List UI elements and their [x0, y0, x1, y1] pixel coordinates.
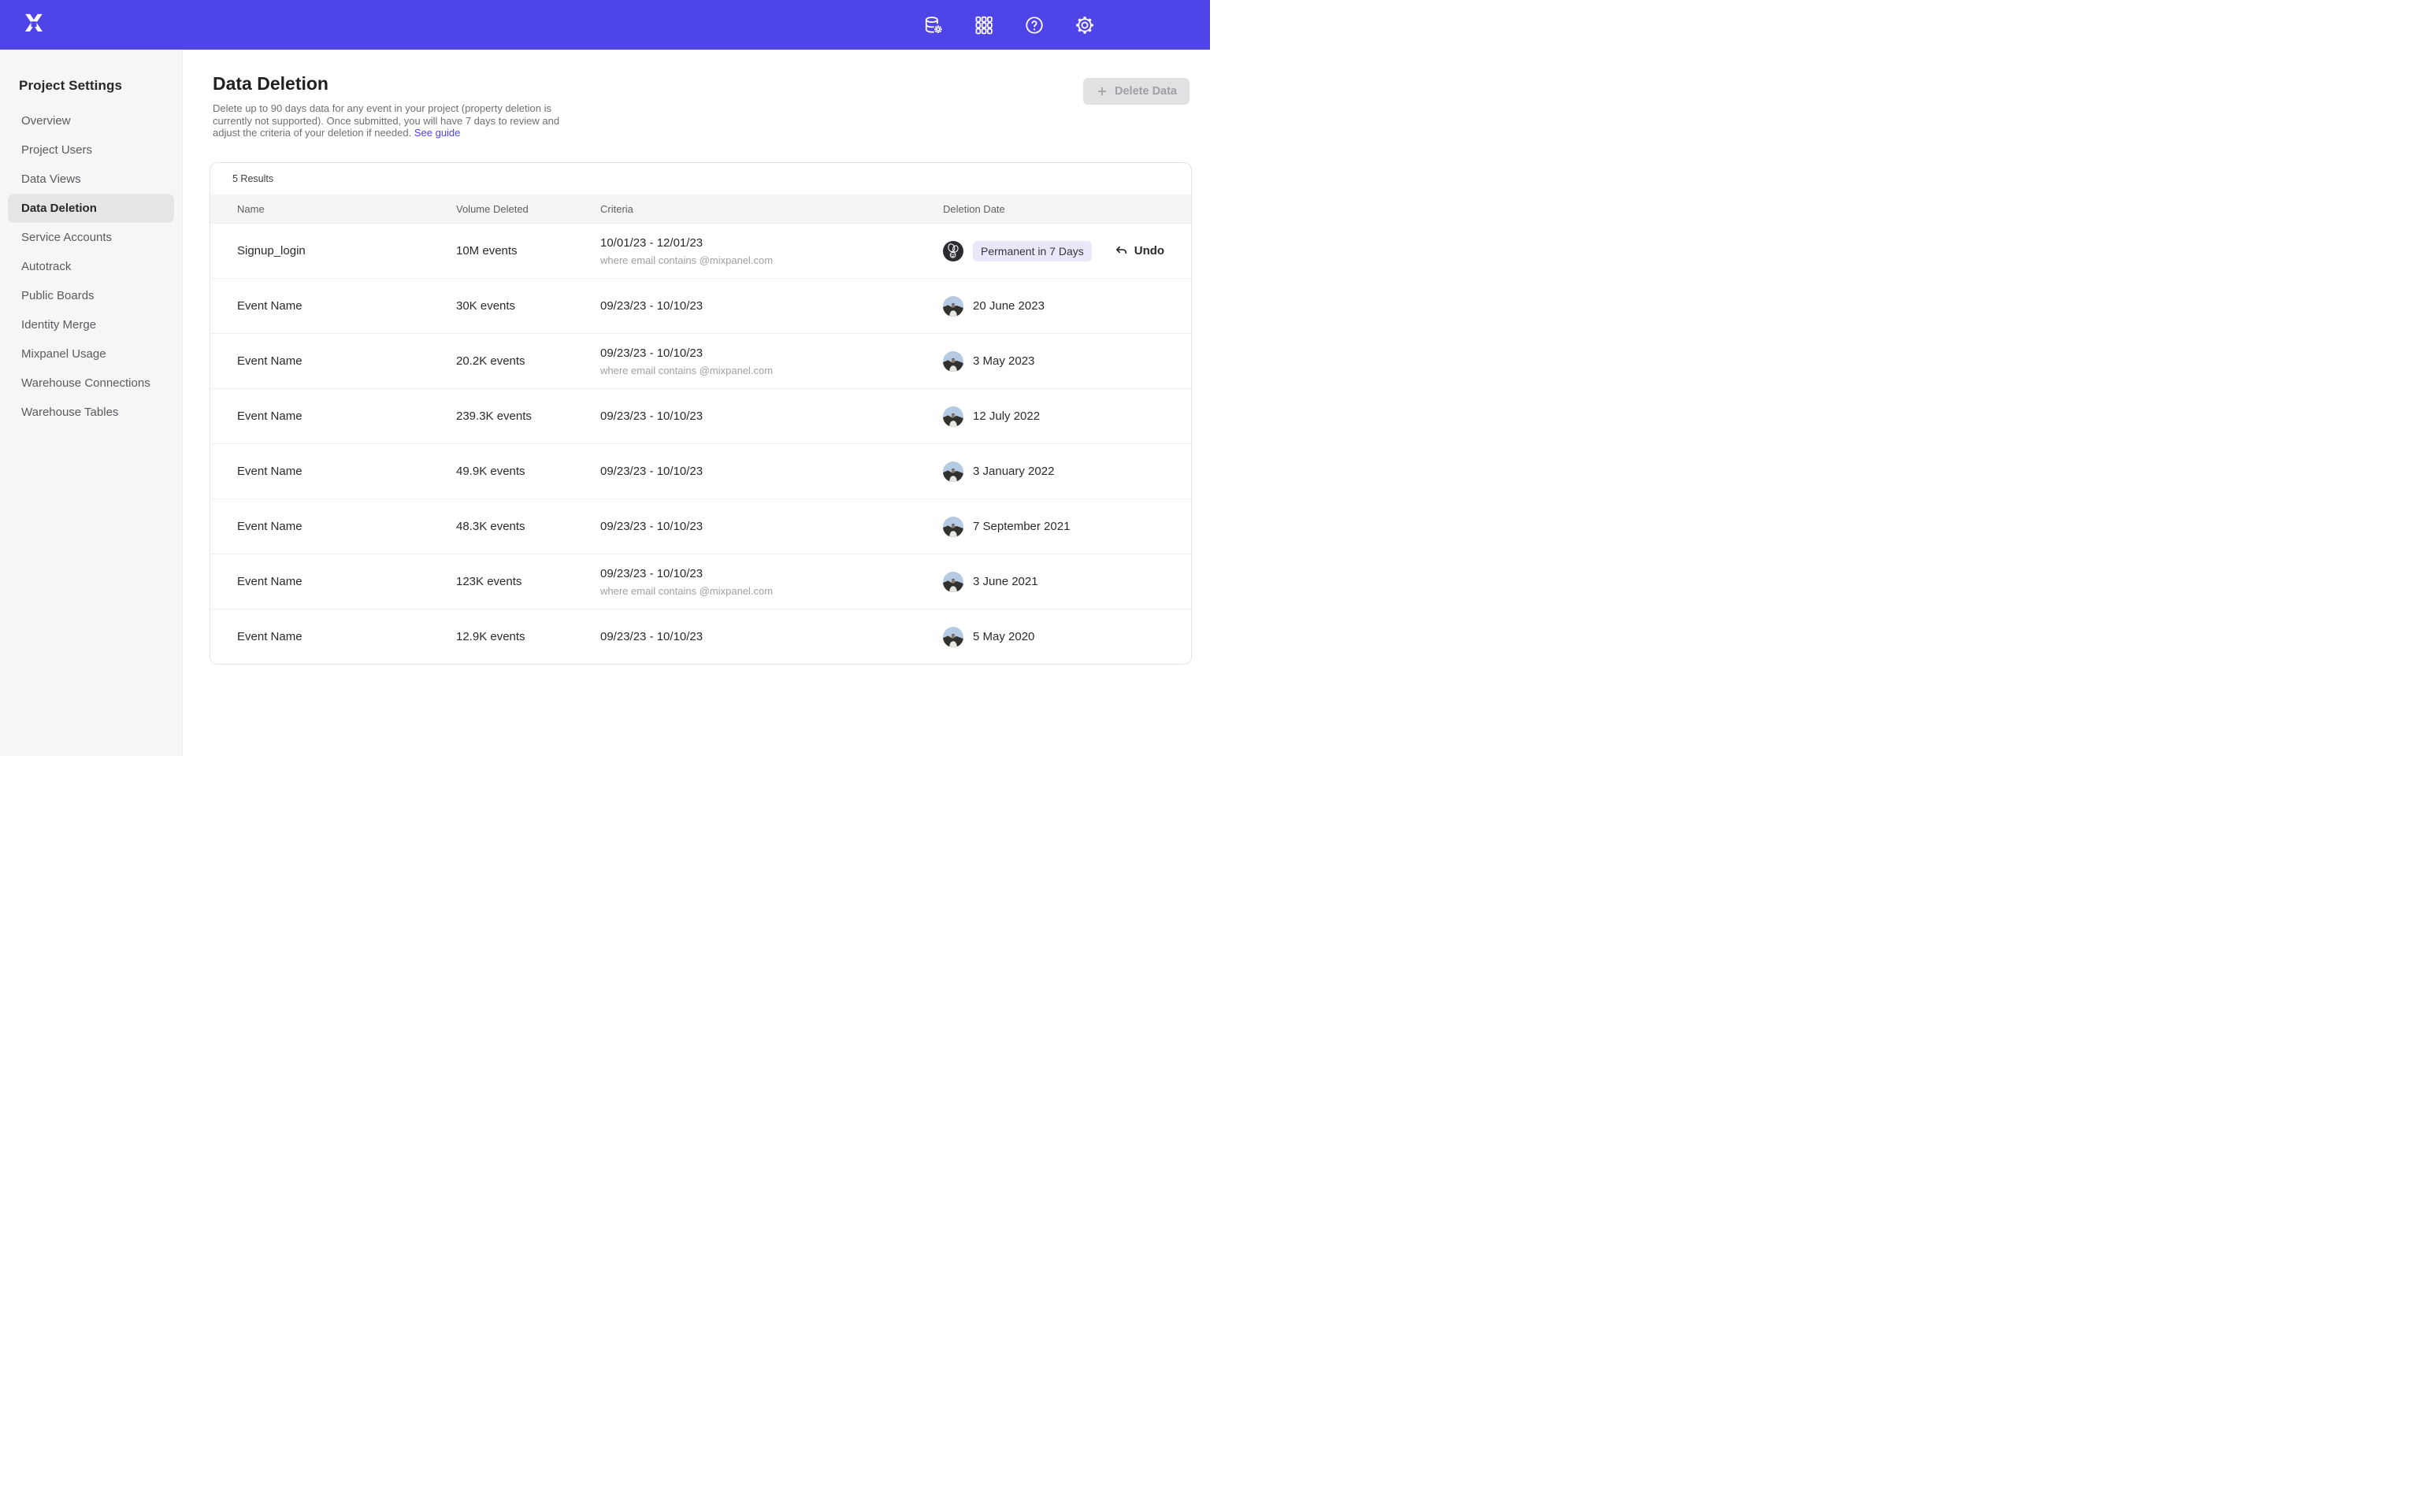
deletion-date: 5 May 2020 — [973, 630, 1034, 643]
column-header-deletion-date: Deletion Date — [943, 203, 1175, 215]
sidebar-item-public-boards[interactable]: Public Boards — [8, 281, 174, 310]
row-criteria: 09/23/23 - 10/10/23 — [600, 630, 943, 643]
row-criteria: 09/23/23 - 10/10/23 — [600, 465, 943, 478]
row-name: Event Name — [237, 575, 456, 588]
delete-data-button[interactable]: Delete Data — [1083, 78, 1190, 105]
user-avatar — [943, 572, 963, 592]
table-row: Event Name 12.9K events 09/23/23 - 10/10… — [210, 609, 1191, 664]
row-criteria: 09/23/23 - 10/10/23 — [600, 520, 943, 533]
status-badge: Permanent in 7 Days — [973, 241, 1092, 261]
row-deletion-date: 7 September 2021 — [943, 517, 1175, 537]
top-bar-icons — [923, 0, 1095, 50]
table-row: Event Name 48.3K events 09/23/23 - 10/10… — [210, 498, 1191, 554]
table-row: Event Name 123K events 09/23/23 - 10/10/… — [210, 554, 1191, 609]
user-avatar — [943, 627, 963, 647]
sidebar-title: Project Settings — [0, 50, 182, 94]
sidebar-item-service-accounts[interactable]: Service Accounts — [8, 223, 174, 252]
sidebar-item-mixpanel-usage[interactable]: Mixpanel Usage — [8, 339, 174, 369]
sidebar-item-overview[interactable]: Overview — [8, 106, 174, 135]
row-volume: 30K events — [456, 299, 600, 313]
table-row: Event Name 20.2K events 09/23/23 - 10/10… — [210, 333, 1191, 388]
table-row: Signup_login 10M events 10/01/23 - 12/01… — [210, 223, 1191, 278]
sidebar-item-data-deletion[interactable]: Data Deletion — [8, 194, 174, 223]
table-body: Signup_login 10M events 10/01/23 - 12/01… — [210, 223, 1191, 664]
column-header-volume: Volume Deleted — [456, 203, 600, 215]
user-avatar — [943, 406, 963, 427]
row-name: Event Name — [237, 299, 456, 313]
page-description: Delete up to 90 days data for any event … — [213, 102, 562, 139]
sidebar-item-identity-merge[interactable]: Identity Merge — [8, 310, 174, 339]
help-icon[interactable] — [1024, 15, 1045, 35]
sidebar-item-autotrack[interactable]: Autotrack — [8, 252, 174, 281]
sidebar-item-project-users[interactable]: Project Users — [8, 135, 174, 165]
row-volume: 12.9K events — [456, 630, 600, 643]
column-header-criteria: Criteria — [600, 203, 943, 215]
deletion-date: 3 June 2021 — [973, 575, 1038, 588]
row-deletion-date: 3 June 2021 — [943, 572, 1175, 592]
row-deletion-date: 20 June 2023 — [943, 296, 1175, 317]
undo-icon — [1114, 243, 1129, 258]
mixpanel-logo[interactable]: X — [20, 11, 47, 38]
deletion-date: 7 September 2021 — [973, 520, 1070, 533]
row-name: Event Name — [237, 465, 456, 478]
user-avatar — [943, 241, 963, 261]
table-row: Event Name 49.9K events 09/23/23 - 10/10… — [210, 443, 1191, 498]
row-criteria: 09/23/23 - 10/10/23 — [600, 410, 943, 423]
top-bar: X — [0, 0, 1210, 50]
row-deletion-date: 12 July 2022 — [943, 406, 1175, 427]
row-deletion-date: 5 May 2020 — [943, 627, 1175, 647]
row-criteria: 10/01/23 - 12/01/23 where email contains… — [600, 236, 943, 266]
table-header-row: Name Volume Deleted Criteria Deletion Da… — [210, 195, 1191, 223]
page-title: Data Deletion — [213, 73, 1210, 94]
row-name: Event Name — [237, 520, 456, 533]
row-name: Event Name — [237, 630, 456, 643]
row-volume: 123K events — [456, 575, 600, 588]
data-settings-icon[interactable] — [923, 15, 944, 35]
row-name: Event Name — [237, 410, 456, 423]
table-row: Event Name 30K events 09/23/23 - 10/10/2… — [210, 278, 1191, 333]
row-deletion-date: Permanent in 7 Days Undo — [943, 241, 1175, 261]
user-avatar — [943, 461, 963, 482]
user-avatar — [943, 296, 963, 317]
row-volume: 48.3K events — [456, 520, 600, 533]
sidebar-item-data-views[interactable]: Data Views — [8, 165, 174, 194]
sidebar-list: OverviewProject UsersData ViewsData Dele… — [0, 106, 182, 427]
user-avatar — [943, 351, 963, 372]
deletion-date: 20 June 2023 — [973, 299, 1045, 313]
results-count: 5 Results — [210, 163, 1191, 195]
see-guide-link[interactable]: See guide — [414, 127, 461, 139]
row-name: Signup_login — [237, 244, 456, 258]
row-volume: 10M events — [456, 244, 600, 258]
deletion-date: 3 January 2022 — [973, 465, 1054, 478]
undo-button[interactable]: Undo — [1114, 243, 1164, 258]
deletion-table-card: 5 Results Name Volume Deleted Criteria D… — [210, 162, 1192, 665]
row-deletion-date: 3 May 2023 — [943, 351, 1175, 372]
row-volume: 20.2K events — [456, 354, 600, 368]
column-header-name: Name — [237, 203, 456, 215]
sidebar-item-warehouse-connections[interactable]: Warehouse Connections — [8, 369, 174, 398]
apps-grid-icon[interactable] — [974, 15, 994, 35]
deletion-date: 12 July 2022 — [973, 410, 1040, 423]
plus-icon — [1096, 85, 1108, 98]
sidebar-item-warehouse-tables[interactable]: Warehouse Tables — [8, 398, 174, 427]
row-volume: 49.9K events — [456, 465, 600, 478]
deletion-date: 3 May 2023 — [973, 354, 1034, 368]
row-volume: 239.3K events — [456, 410, 600, 423]
table-row: Event Name 239.3K events 09/23/23 - 10/1… — [210, 388, 1191, 443]
settings-icon[interactable] — [1075, 15, 1095, 35]
settings-sidebar: Project Settings OverviewProject UsersDa… — [0, 50, 183, 756]
user-avatar — [943, 517, 963, 537]
row-deletion-date: 3 January 2022 — [943, 461, 1175, 482]
main-content: Data Deletion Delete up to 90 days data … — [183, 50, 1210, 756]
app-root: X — [0, 0, 1210, 756]
row-criteria: 09/23/23 - 10/10/23 where email contains… — [600, 346, 943, 376]
row-criteria: 09/23/23 - 10/10/23 — [600, 299, 943, 313]
row-name: Event Name — [237, 354, 456, 368]
row-criteria: 09/23/23 - 10/10/23 where email contains… — [600, 567, 943, 597]
